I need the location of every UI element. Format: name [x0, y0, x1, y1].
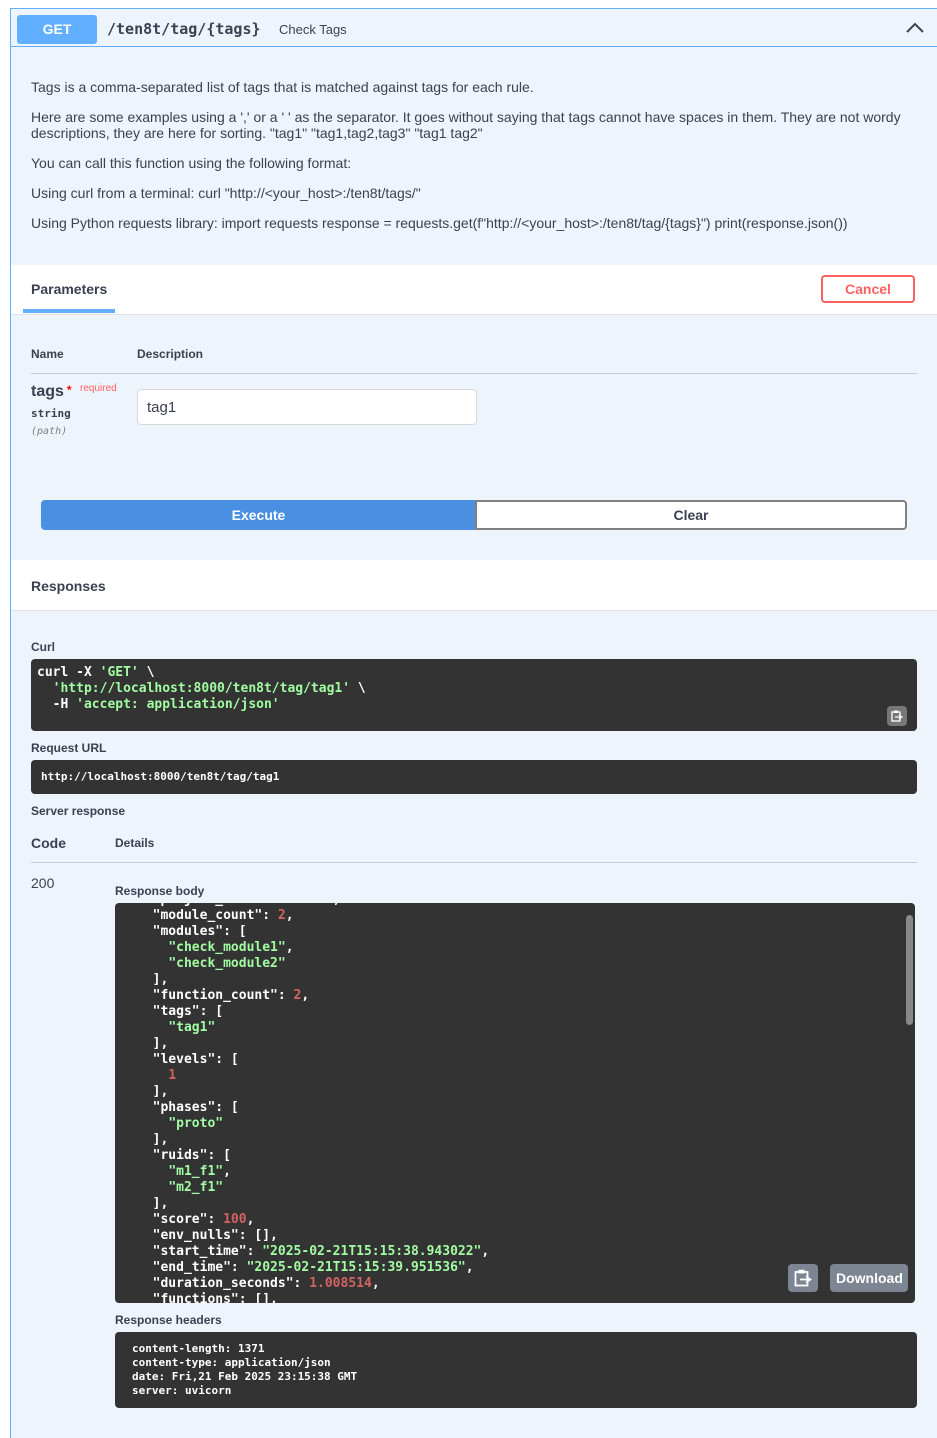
tags-input[interactable]: [137, 389, 477, 425]
column-header-description: Description: [137, 347, 204, 361]
parameters-header: Parameters Cancel: [11, 265, 937, 315]
code-column-header: Code: [31, 835, 66, 851]
operation-summary[interactable]: GET /ten8t/tag/{tags} Check Tags: [11, 9, 937, 47]
tab-parameters[interactable]: Parameters: [31, 281, 107, 297]
response-header-line: date: Fri,21 Feb 2025 23:15:38 GMT: [132, 1370, 358, 1383]
details-column-header: Details: [115, 836, 155, 850]
responses-header: Responses: [11, 560, 937, 611]
column-header-name: Name: [31, 347, 64, 361]
curl-label: Curl: [31, 640, 55, 654]
divider: [31, 862, 917, 863]
copy-response-button[interactable]: [788, 1264, 818, 1292]
divider: [31, 373, 917, 374]
download-button[interactable]: Download: [830, 1264, 908, 1292]
response-body-label: Response body: [115, 884, 205, 898]
required-star: *: [66, 383, 72, 397]
clear-button[interactable]: Clear: [475, 500, 907, 530]
required-label: required: [80, 383, 117, 394]
method-badge: GET: [17, 15, 97, 44]
description-paragraph: You can call this function using the fol…: [31, 155, 352, 171]
endpoint-summary: Check Tags: [279, 22, 347, 37]
operation-block: GET /ten8t/tag/{tags} Check Tags Tags is…: [10, 8, 937, 1438]
response-header-line: content-type: application/json: [132, 1356, 331, 1369]
description-paragraph: Tags is a comma-separated list of tags t…: [31, 79, 534, 95]
tab-active-indicator: [23, 309, 115, 313]
response-body-block[interactable]: "project_name": "ten8t", "module_count":…: [115, 903, 915, 1303]
endpoint-path: /ten8t/tag/{tags}: [107, 20, 261, 38]
responses-title: Responses: [31, 578, 106, 594]
parameter-name: tags *: [31, 383, 72, 400]
clipboard-icon: [794, 1269, 812, 1287]
copy-curl-button[interactable]: [887, 706, 907, 726]
response-body-text: "project_name": "ten8t", "module_count":…: [152, 903, 490, 1303]
description-paragraph: Here are some examples using a ',' or a …: [31, 109, 901, 141]
chevron-up-icon[interactable]: [904, 19, 926, 35]
response-body-scrollbar[interactable]: [906, 915, 913, 1025]
response-header-line: content-length: 1371: [132, 1342, 265, 1355]
description-paragraph: Using Python requests library: import re…: [31, 215, 848, 231]
curl-code-block: curl -X 'GET' \ 'http://localhost:8000/t…: [31, 659, 917, 731]
request-url-label: Request URL: [31, 741, 107, 755]
cancel-button[interactable]: Cancel: [821, 275, 915, 303]
parameter-location: (path): [31, 426, 68, 437]
response-code: 200: [31, 875, 55, 891]
response-headers-block: content-length: 1371 content-type: applic…: [115, 1332, 917, 1408]
operation-description: Tags is a comma-separated list of tags t…: [31, 79, 911, 245]
response-headers-label: Response headers: [115, 1313, 222, 1327]
execute-button[interactable]: Execute: [41, 500, 476, 530]
parameter-type: string: [31, 407, 71, 420]
request-url-value: http://localhost:8000/ten8t/tag/tag1: [31, 760, 917, 794]
server-response-label: Server response: [31, 804, 126, 818]
clipboard-icon: [891, 710, 903, 722]
response-header-line: server: uvicorn: [132, 1384, 232, 1397]
description-paragraph: Using curl from a terminal: curl "http:/…: [31, 185, 421, 201]
